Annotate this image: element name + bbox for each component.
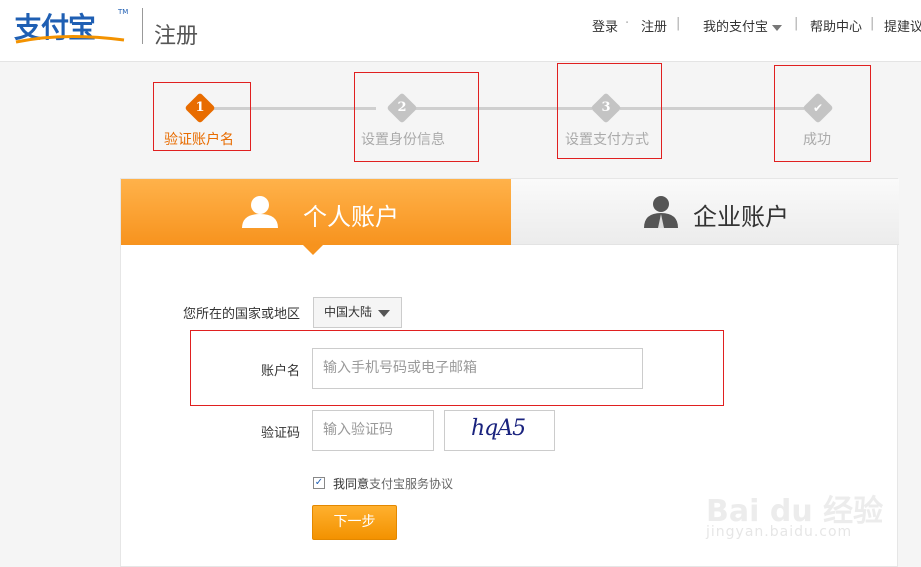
region-value: 中国大陆	[324, 305, 373, 319]
tab-label: 企业账户	[693, 203, 789, 231]
registration-steps: 1 验证账户名 2 设置身份信息 3 设置支付方式 ✔ 成功	[0, 62, 921, 172]
annotation-box	[153, 82, 251, 151]
register-link[interactable]: 注册	[641, 16, 667, 35]
user-icon	[242, 196, 278, 228]
active-tab-pointer	[303, 245, 323, 255]
my-alipay-menu[interactable]: 我的支付宝	[703, 16, 783, 35]
header-divider	[142, 8, 143, 44]
logo-swoosh-icon	[15, 34, 125, 44]
nav-separator: |	[794, 16, 799, 31]
agree-checkbox[interactable]: ✓	[313, 477, 325, 489]
region-select[interactable]: 中国大陆	[313, 297, 402, 328]
feedback-link[interactable]: 提建议	[884, 16, 921, 35]
region-label: 您所在的国家或地区	[182, 307, 300, 322]
tab-label: 个人账户	[303, 203, 399, 231]
header-bar: 支付宝 TM 注册 登录 · 注册 | 我的支付宝 | 帮助中心 | 提建议	[0, 0, 921, 62]
alipay-logo[interactable]: 支付宝 TM	[14, 6, 129, 46]
page-title: 注册	[154, 24, 199, 49]
tab-personal-account[interactable]: 个人账户	[121, 179, 511, 245]
chevron-down-icon	[378, 310, 390, 317]
agreement-text: 我同意支付宝服务协议	[333, 475, 453, 492]
annotation-box	[774, 65, 871, 162]
my-alipay-label: 我的支付宝	[703, 20, 769, 35]
tab-business-account[interactable]: 企业账户	[511, 179, 899, 245]
captcha-input[interactable]: 输入验证码	[312, 410, 434, 451]
captcha-label: 验证码	[260, 426, 300, 441]
service-agreement-link[interactable]: 支付宝服务协议	[369, 477, 453, 491]
next-step-button[interactable]: 下一步	[312, 505, 397, 540]
annotation-box	[190, 330, 724, 406]
nav-separator: |	[676, 16, 681, 31]
help-center-link[interactable]: 帮助中心	[810, 16, 862, 35]
annotation-box	[354, 72, 479, 162]
captcha-image[interactable]: hqA5	[444, 410, 555, 451]
business-user-icon	[644, 196, 678, 228]
watermark-url: jingyan.baidu.com	[706, 524, 853, 540]
chevron-down-icon	[772, 24, 783, 31]
annotation-box	[557, 63, 662, 159]
baidu-jingyan-watermark: Bai du 经验 jingyan.baidu.com	[706, 480, 906, 550]
nav-dot: ·	[625, 16, 630, 31]
captcha-text: hqA5	[471, 416, 526, 441]
logo-trademark: TM	[118, 8, 129, 16]
agree-prefix: 我同意	[333, 477, 370, 491]
nav-separator: |	[870, 16, 875, 31]
login-link[interactable]: 登录	[592, 16, 618, 35]
